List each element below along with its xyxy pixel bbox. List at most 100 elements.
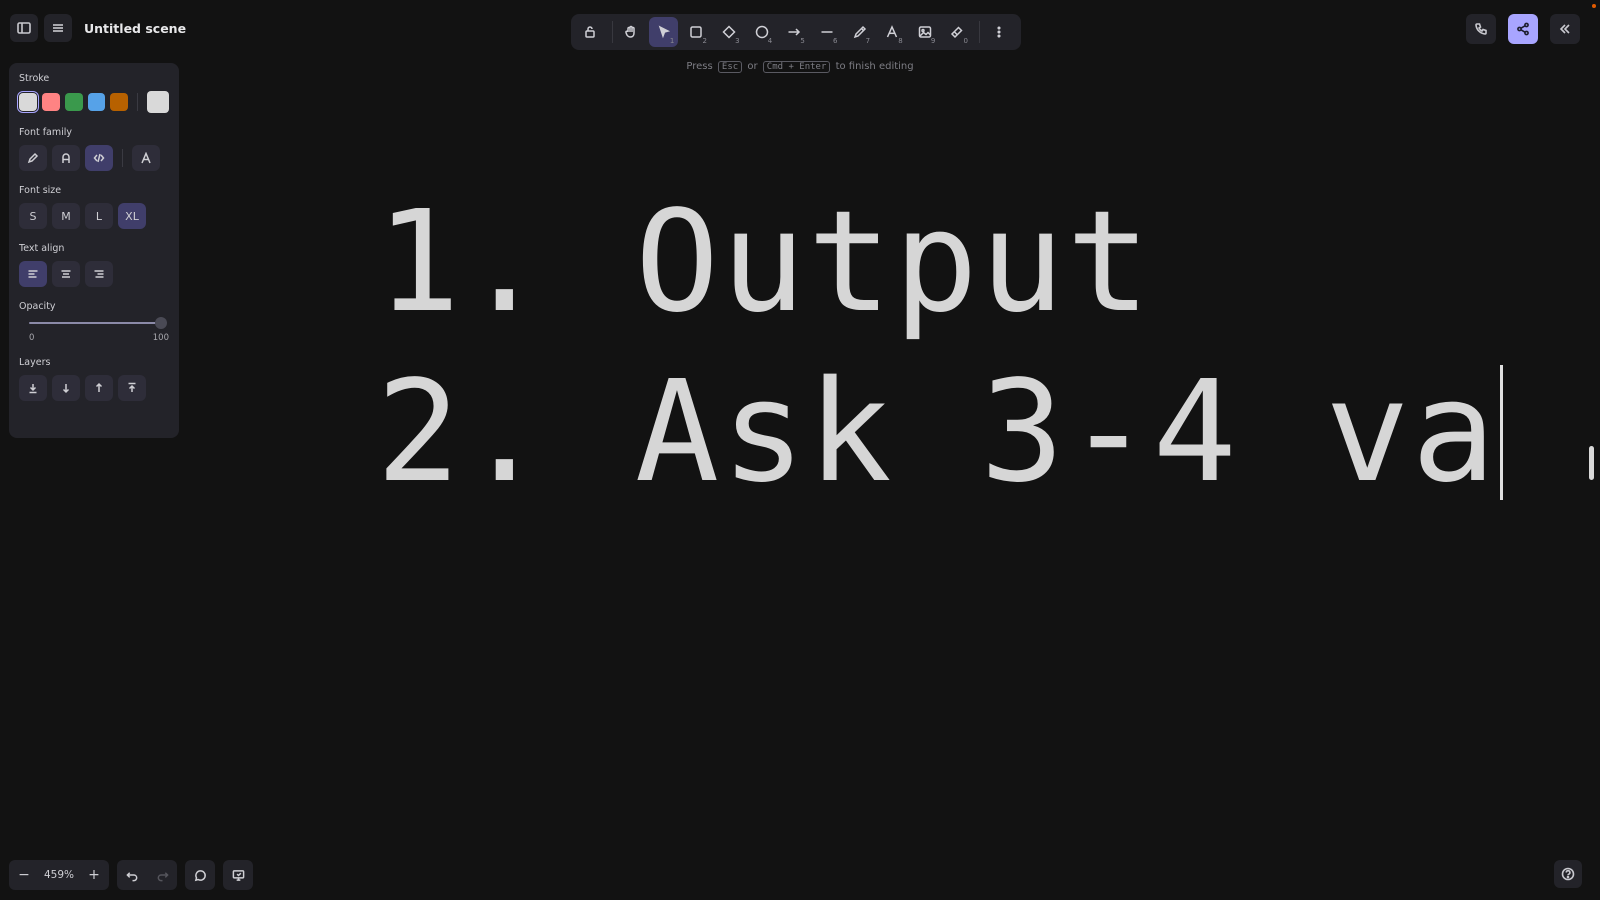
- font-size-s[interactable]: S: [19, 203, 47, 229]
- font-normal-icon: [62, 153, 70, 163]
- zoom-in-button[interactable]: +: [79, 860, 109, 890]
- selection-tool[interactable]: 1: [649, 17, 679, 47]
- sidebar-icon: [17, 22, 31, 34]
- presentation-button[interactable]: [223, 860, 253, 890]
- ellipse-icon: [755, 25, 768, 39]
- text-caret: [1499, 365, 1503, 500]
- send-to-back-icon: [29, 384, 37, 394]
- help-icon: [1561, 867, 1575, 881]
- opacity-label: Opacity: [19, 301, 56, 312]
- undo-icon: [125, 871, 137, 881]
- text-icon: [886, 25, 898, 38]
- tool-shortcut: 3: [735, 37, 740, 45]
- chat-bubble-icon: [194, 869, 206, 881]
- hint-text: or: [747, 61, 758, 72]
- hint-key-cmd-enter: Cmd + Enter: [762, 61, 831, 73]
- tool-shortcut: 8: [898, 37, 903, 45]
- zoom-controls: − 459% +: [9, 860, 109, 890]
- send-to-back-button[interactable]: [19, 375, 47, 401]
- stroke-swatch-green[interactable]: [64, 93, 83, 111]
- stroke-label: Stroke: [19, 73, 50, 84]
- editing-hint: Press Esc or Cmd + Enter to finish editi…: [0, 61, 1600, 73]
- bring-forward-button[interactable]: [85, 375, 113, 401]
- hamburger-icon: [53, 24, 63, 32]
- notification-dot: [1592, 4, 1596, 8]
- font-size-l[interactable]: L: [85, 203, 113, 229]
- align-center-button[interactable]: [52, 261, 80, 287]
- diamond-tool[interactable]: 3: [714, 17, 743, 47]
- bottom-right-controls: [1554, 860, 1582, 888]
- text-align-label: Text align: [19, 243, 65, 254]
- stroke-swatch-white[interactable]: [16, 90, 40, 114]
- presentation-group: [223, 860, 253, 890]
- font-size-m[interactable]: M: [52, 203, 80, 229]
- share-icon: [1517, 22, 1529, 36]
- more-vertical-icon: [997, 26, 1001, 38]
- more-tools-button[interactable]: [984, 17, 1013, 47]
- tool-shortcut: 6: [833, 37, 838, 45]
- zoom-level[interactable]: 459%: [39, 869, 79, 881]
- pencil-icon: [853, 25, 866, 39]
- opacity-slider[interactable]: [29, 317, 167, 329]
- hint-key-esc: Esc: [717, 61, 743, 73]
- call-button[interactable]: [1466, 14, 1496, 44]
- tool-shortcut: 5: [800, 37, 805, 45]
- font-code-button[interactable]: [85, 145, 113, 171]
- undo-button[interactable]: [117, 860, 147, 890]
- comments-button[interactable]: [185, 860, 215, 890]
- help-button[interactable]: [1554, 860, 1582, 888]
- arrow-tool[interactable]: 5: [780, 17, 809, 47]
- image-tool[interactable]: 9: [910, 17, 939, 47]
- stroke-swatch-orange[interactable]: [110, 93, 129, 111]
- zoom-out-button[interactable]: −: [9, 860, 39, 890]
- arrow-icon: [788, 28, 801, 36]
- hand-icon: [625, 25, 635, 38]
- image-icon: [918, 26, 932, 38]
- rectangle-icon: [690, 26, 703, 38]
- font-hand-drawn-button[interactable]: [19, 145, 47, 171]
- align-center-icon: [61, 270, 71, 278]
- unlock-icon: [584, 26, 595, 38]
- bring-to-front-button[interactable]: [118, 375, 146, 401]
- font-normal-button[interactable]: [52, 145, 80, 171]
- vertical-scrollbar[interactable]: [1589, 446, 1594, 480]
- opacity-thumb[interactable]: [155, 317, 167, 329]
- tool-shortcut: 2: [702, 37, 707, 45]
- lock-tool[interactable]: [575, 17, 604, 47]
- font-more-button[interactable]: [132, 145, 160, 171]
- presentation-icon: [232, 869, 244, 881]
- opacity-max: 100: [152, 333, 169, 343]
- hand-tool[interactable]: [617, 17, 646, 47]
- bottom-controls: − 459% +: [9, 860, 253, 890]
- stroke-swatch-red[interactable]: [41, 93, 60, 111]
- align-left-button[interactable]: [19, 261, 47, 287]
- stroke-swatch-blue[interactable]: [87, 93, 106, 111]
- chevrons-left-icon: [1559, 24, 1570, 34]
- font-size-options: S M L XL: [19, 203, 169, 229]
- rectangle-tool[interactable]: 2: [682, 17, 711, 47]
- font-family-options: [19, 145, 169, 171]
- diamond-icon: [722, 25, 736, 39]
- stroke-current-color[interactable]: [147, 91, 170, 113]
- scene-title[interactable]: Untitled scene: [84, 21, 186, 36]
- share-button[interactable]: [1508, 14, 1538, 44]
- align-right-button[interactable]: [85, 261, 113, 287]
- layers-label: Layers: [19, 357, 51, 368]
- sidebar-toggle-button[interactable]: [10, 14, 38, 42]
- canvas-text-element[interactable]: 1. Output 2. Ask 3-4 va: [376, 178, 1503, 518]
- top-left-controls: Untitled scene: [10, 14, 186, 42]
- eraser-tool[interactable]: 0: [943, 17, 972, 47]
- redo-button[interactable]: [147, 860, 177, 890]
- font-picker-icon: [141, 152, 151, 164]
- line-tool[interactable]: 6: [812, 17, 841, 47]
- font-size-xl[interactable]: XL: [118, 203, 146, 229]
- arrow-up-icon: [95, 382, 103, 392]
- toolbar-divider: [611, 21, 613, 43]
- send-backward-button[interactable]: [52, 375, 80, 401]
- font-divider: [122, 149, 123, 167]
- text-tool[interactable]: 8: [878, 17, 907, 47]
- ellipse-tool[interactable]: 4: [747, 17, 776, 47]
- library-toggle-button[interactable]: [1550, 14, 1580, 44]
- main-menu-button[interactable]: [44, 14, 72, 42]
- draw-tool[interactable]: 7: [845, 17, 874, 47]
